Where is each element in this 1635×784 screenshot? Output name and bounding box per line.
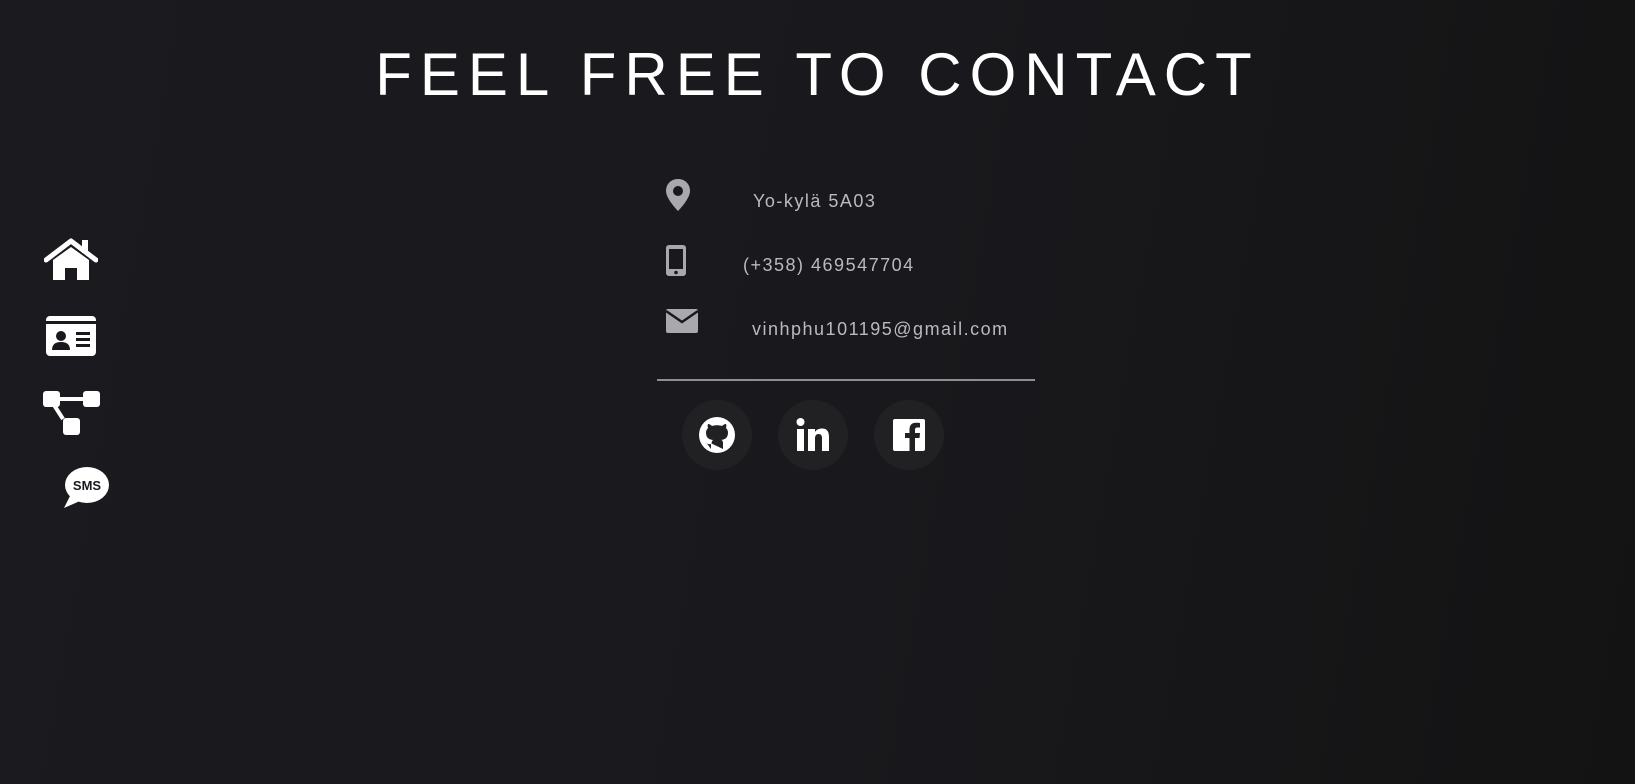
- nav-contact-link[interactable]: SMS: [62, 466, 110, 510]
- map-pin-icon: [665, 178, 691, 217]
- nav-home-link[interactable]: [44, 238, 98, 282]
- nav-profile-link[interactable]: [45, 315, 97, 357]
- svg-text:SMS: SMS: [73, 478, 102, 493]
- contact-phone-row: (+358) 469547704: [665, 244, 1045, 284]
- contact-divider: [657, 379, 1035, 381]
- sms-chat-icon: SMS: [64, 467, 109, 508]
- contact-phone-text[interactable]: (+358) 469547704: [743, 255, 915, 276]
- envelope-icon: [665, 308, 699, 339]
- contact-address-row: Yo-kylä 5A03: [665, 178, 1045, 218]
- id-card-icon: [46, 316, 96, 356]
- mobile-phone-icon: [665, 244, 687, 282]
- project-tree-icon: [43, 391, 100, 435]
- github-button[interactable]: [682, 400, 752, 470]
- home-icon: [44, 238, 98, 280]
- linkedin-button[interactable]: [778, 400, 848, 470]
- contact-email-text[interactable]: vinhphu101195@gmail.com: [752, 319, 1009, 340]
- page-title: FEEL FREE TO CONTACT: [375, 41, 1260, 108]
- facebook-icon: [893, 419, 925, 451]
- nav-projects-link[interactable]: [42, 389, 102, 437]
- contact-email-row: vinhphu101195@gmail.com: [665, 308, 1045, 348]
- github-icon: [699, 417, 735, 453]
- linkedin-icon: [796, 418, 829, 451]
- contact-address-text: Yo-kylä 5A03: [753, 191, 877, 211]
- facebook-button[interactable]: [874, 400, 944, 470]
